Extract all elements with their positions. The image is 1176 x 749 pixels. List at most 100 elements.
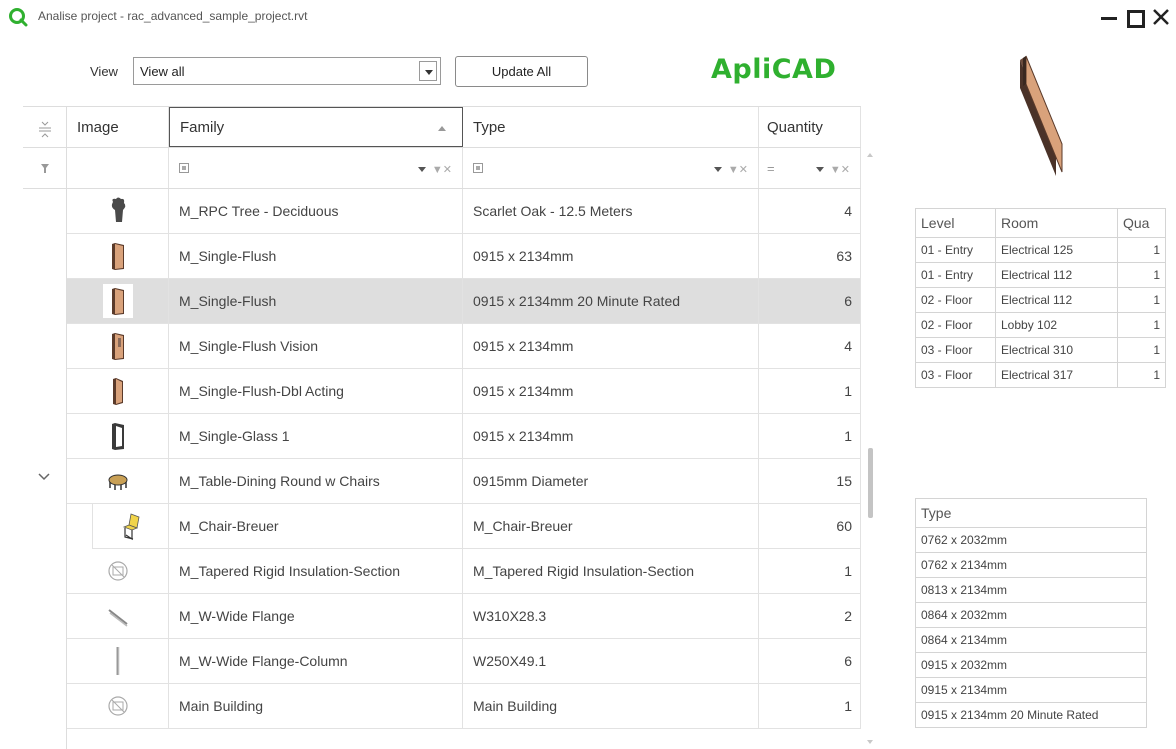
levels-cell-room: Electrical 317 <box>995 362 1118 388</box>
update-all-button[interactable]: Update All <box>455 56 588 87</box>
levels-row[interactable]: 03 - Floor Electrical 317 1 <box>915 362 1166 388</box>
filter-icon[interactable] <box>23 148 67 189</box>
row-quantity: 60 <box>759 504 861 548</box>
column-header-image[interactable]: Image <box>67 107 169 147</box>
types-cell: 0915 x 2134mm 20 Minute Rated <box>915 702 1147 728</box>
types-row[interactable]: 0915 x 2134mm <box>915 677 1147 703</box>
column-icon <box>107 646 129 676</box>
row-quantity: 4 <box>759 324 861 368</box>
view-label: View <box>90 64 118 79</box>
levels-cell-room: Electrical 112 <box>995 262 1118 288</box>
types-table: Type 0762 x 2032mm 0762 x 2134mm 0813 x 21… <box>915 498 1147 728</box>
view-select[interactable]: View all <box>133 57 441 85</box>
types-row[interactable]: 0813 x 2134mm <box>915 577 1147 603</box>
levels-cell-room: Electrical 310 <box>995 337 1118 363</box>
row-quantity: 6 <box>759 639 861 683</box>
table-row[interactable]: M_W-Wide Flange-Column W250X49.1 6 <box>67 639 861 684</box>
table-row[interactable]: M_RPC Tree - Deciduous Scarlet Oak - 12.5… <box>67 189 861 234</box>
row-family: M_Table-Dining Round w Chairs <box>169 459 463 503</box>
table-row[interactable]: M_W-Wide Flange W310X28.3 2 <box>67 594 861 639</box>
column-header-quantity[interactable]: Quantity <box>759 107 861 147</box>
close-icon[interactable] <box>1148 6 1174 28</box>
types-row[interactable]: 0762 x 2032mm <box>915 527 1147 553</box>
row-quantity: 15 <box>759 459 861 503</box>
table-row[interactable]: M_Single-Flush 0915 x 2134mm 20 Minute Ra… <box>67 279 861 324</box>
row-image <box>67 324 169 368</box>
collapse-all-icon[interactable] <box>23 107 67 149</box>
maximize-button[interactable] <box>1121 6 1147 28</box>
levels-cell-quantity: 1 <box>1117 237 1166 263</box>
chevron-down-icon[interactable] <box>419 61 437 81</box>
table-row[interactable]: Main Building Main Building 1 <box>67 684 861 729</box>
types-cell: 0864 x 2134mm <box>915 627 1147 653</box>
levels-header-room[interactable]: Room <box>995 208 1118 238</box>
row-type: M_Tapered Rigid Insulation-Section <box>463 549 759 593</box>
clear-filter-icon[interactable]: ▼✕ <box>728 163 748 176</box>
types-row[interactable]: 0915 x 2032mm <box>915 652 1147 678</box>
filter-dropdown-icon[interactable] <box>815 167 824 172</box>
levels-row[interactable]: 01 - Entry Electrical 112 1 <box>915 262 1166 288</box>
filter-dropdown-icon[interactable] <box>713 167 722 172</box>
chevron-down-icon[interactable] <box>35 468 53 486</box>
row-family: M_W-Wide Flange <box>169 594 463 638</box>
title-bar: Analise project - rac_advanced_sample_pr… <box>0 0 1176 34</box>
column-header-family[interactable]: Family <box>169 107 463 147</box>
column-header-type[interactable]: Type <box>463 107 759 147</box>
table-row[interactable]: M_Table-Dining Round w Chairs 0915mm Diam… <box>67 459 861 504</box>
table-row[interactable]: M_Single-Flush 0915 x 2134mm 63 <box>67 234 861 279</box>
table-icon <box>107 466 129 496</box>
levels-row[interactable]: 02 - Floor Lobby 102 1 <box>915 312 1166 338</box>
types-row[interactable]: 0915 x 2134mm 20 Minute Rated <box>915 702 1147 728</box>
grid-gutter <box>23 106 67 749</box>
row-family: M_Single-Flush Vision <box>169 324 463 368</box>
table-row[interactable]: M_Single-Glass 1 0915 x 2134mm 1 <box>67 414 861 459</box>
clear-filter-icon[interactable]: ▼✕ <box>830 163 850 176</box>
levels-row[interactable]: 03 - Floor Electrical 310 1 <box>915 337 1166 363</box>
levels-cell-level: 03 - Floor <box>915 362 996 388</box>
row-type: Main Building <box>463 684 759 728</box>
table-row[interactable]: M_Single-Flush Vision 0915 x 2134mm 4 <box>67 324 861 369</box>
types-row[interactable]: 0864 x 2134mm <box>915 627 1147 653</box>
row-family: M_Tapered Rigid Insulation-Section <box>169 549 463 593</box>
view-select-value: View all <box>140 64 185 79</box>
equals-operator-icon[interactable]: = <box>767 161 775 176</box>
scroll-up-icon[interactable] <box>867 153 873 157</box>
levels-cell-level: 02 - Floor <box>915 287 996 313</box>
levels-row[interactable]: 02 - Floor Electrical 112 1 <box>915 287 1166 313</box>
levels-cell-room: Electrical 112 <box>995 287 1118 313</box>
levels-cell-level: 03 - Floor <box>915 337 996 363</box>
minimize-button[interactable] <box>1096 6 1122 28</box>
clear-filter-icon[interactable]: ▼✕ <box>432 163 452 176</box>
filter-operator-icon[interactable] <box>473 163 483 173</box>
table-row[interactable]: M_Tapered Rigid Insulation-Section M_Tape… <box>67 549 861 594</box>
filter-operator-icon[interactable] <box>179 163 189 173</box>
levels-header-quantity[interactable]: Qua <box>1117 208 1166 238</box>
levels-row[interactable]: 01 - Entry Electrical 125 1 <box>915 237 1166 263</box>
levels-header-level[interactable]: Level <box>915 208 996 238</box>
levels-table: Level Room Qua 01 - Entry Electrical 125 1… <box>915 208 1166 388</box>
row-type: 0915 x 2134mm 20 Minute Rated <box>463 279 759 323</box>
table-row[interactable]: M_Single-Flush-Dbl Acting 0915 x 2134mm 1 <box>67 369 861 414</box>
filter-type[interactable]: ▼✕ <box>463 148 759 188</box>
chair-icon <box>120 511 142 541</box>
row-image <box>67 369 169 413</box>
types-row[interactable]: 0864 x 2032mm <box>915 602 1147 628</box>
scroll-down-icon[interactable] <box>867 740 873 744</box>
family-grid: Image Family Type Quantity ▼✕ ▼✕ = ▼✕ M_… <box>23 106 861 749</box>
levels-cell-level: 01 - Entry <box>915 262 996 288</box>
app-logo-icon <box>9 8 28 27</box>
filter-quantity[interactable]: = ▼✕ <box>759 148 861 188</box>
types-row[interactable]: 0762 x 2134mm <box>915 552 1147 578</box>
types-header-type[interactable]: Type <box>915 498 1147 528</box>
no-image-icon <box>107 691 129 721</box>
scroll-thumb[interactable] <box>868 448 873 518</box>
row-image <box>67 234 169 278</box>
filter-dropdown-icon[interactable] <box>417 167 426 172</box>
row-family: M_W-Wide Flange-Column <box>169 639 463 683</box>
child-indent <box>67 504 93 549</box>
table-row[interactable]: M_Chair-Breuer M_Chair-Breuer 60 <box>93 504 861 549</box>
grid-scrollbar[interactable] <box>863 148 877 749</box>
filter-family[interactable]: ▼✕ <box>169 148 463 188</box>
table-row-partial <box>67 729 861 749</box>
tree-icon <box>107 196 129 226</box>
